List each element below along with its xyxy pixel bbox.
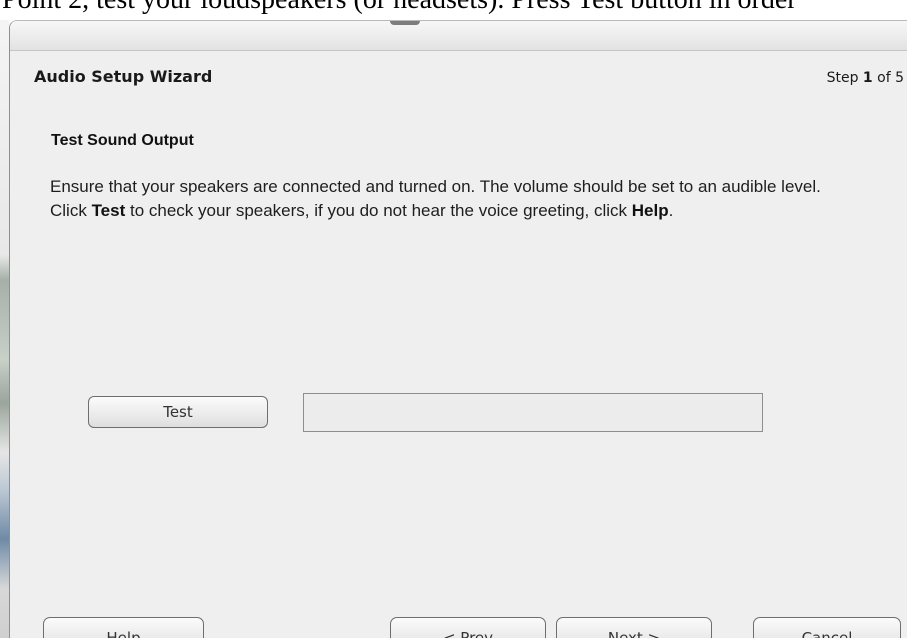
- cancel-button[interactable]: Cancel: [753, 617, 901, 638]
- step-of: of: [877, 70, 891, 86]
- instructions-test-keyword: Test: [91, 201, 126, 220]
- section-heading: Test Sound Output: [51, 132, 194, 149]
- step-indicator: Step 1 of 5: [827, 70, 904, 86]
- prev-button[interactable]: < Prev: [390, 617, 546, 638]
- titlebar-grip: [390, 21, 420, 25]
- sound-level-meter: [303, 393, 763, 432]
- test-button[interactable]: Test: [88, 396, 268, 428]
- instructions-part-2: to check your speakers, if you do not he…: [125, 201, 632, 220]
- step-total: 5: [895, 70, 904, 86]
- audio-setup-dialog: Audio Setup Wizard Step 1 of 5 Test Soun…: [9, 20, 907, 638]
- instructions-text: Ensure that your speakers are connected …: [50, 175, 850, 223]
- instructions-part-3: .: [668, 201, 674, 220]
- help-button[interactable]: Help: [43, 617, 204, 638]
- step-prefix: Step: [826, 70, 859, 86]
- next-button[interactable]: Next >: [556, 617, 712, 638]
- step-current: 1: [862, 70, 873, 86]
- wizard-title: Audio Setup Wizard: [34, 67, 213, 86]
- background-desktop-edge: [0, 20, 9, 638]
- document-caption: Point 2, test your loudspeakers (or head…: [2, 0, 907, 14]
- instructions-help-keyword: Help: [631, 201, 669, 220]
- dialog-titlebar[interactable]: [10, 21, 907, 51]
